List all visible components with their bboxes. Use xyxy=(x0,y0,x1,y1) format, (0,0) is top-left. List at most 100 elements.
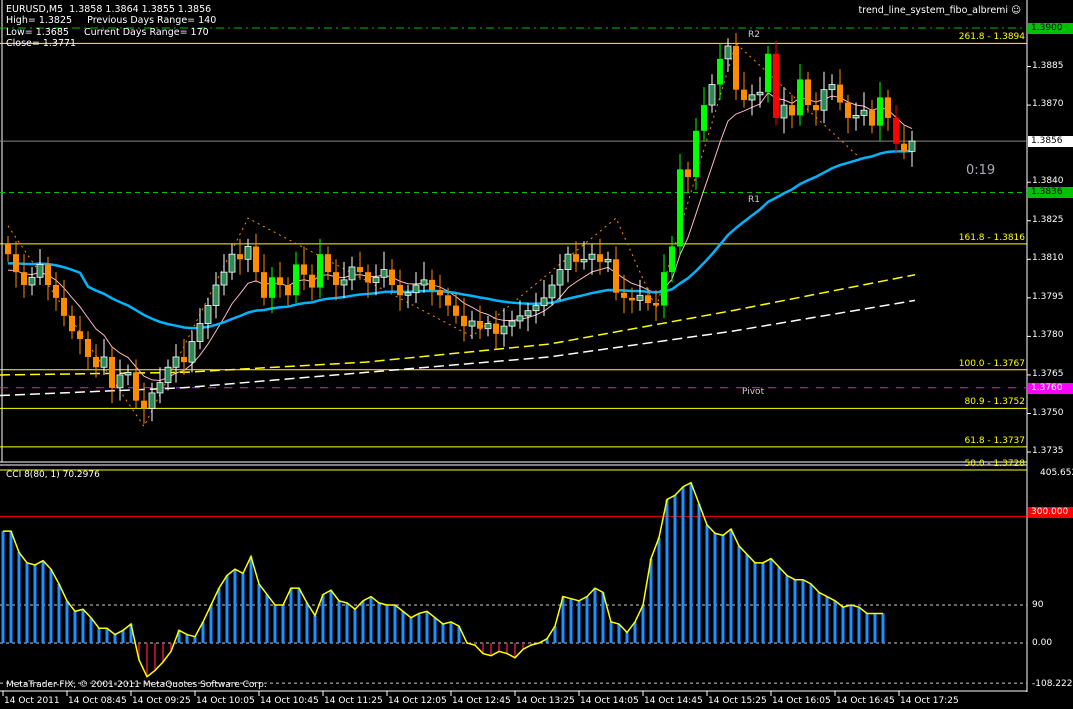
candle-bull xyxy=(564,253,572,270)
candle-bull xyxy=(669,246,675,273)
price-axis-marker-green: 1.3900 xyxy=(1028,23,1073,34)
candle-bull xyxy=(420,279,428,286)
prev-day-low: Low= 1.3685 Current Days Range= 170 xyxy=(6,27,209,38)
candle-bear xyxy=(141,400,147,409)
candle-bull xyxy=(372,276,380,283)
candle-bear xyxy=(309,274,315,288)
copyright: MetaTrader-FIX, © 2001-2011 MetaQuotes S… xyxy=(6,680,267,690)
candle-bear xyxy=(253,246,259,273)
price-axis-label: 1.3870 xyxy=(1032,99,1064,110)
candle-bear xyxy=(493,323,499,334)
candle-bull xyxy=(188,341,196,363)
candle-bull xyxy=(532,305,540,312)
slow-ma-yellow xyxy=(0,273,916,376)
candle-bear xyxy=(77,331,83,339)
price-axis-label: 1.3810 xyxy=(1032,253,1064,264)
candle-bear xyxy=(69,315,75,332)
candle-bear xyxy=(109,356,115,388)
candle-bear xyxy=(45,264,51,285)
price-axis-label: 1.3780 xyxy=(1032,330,1064,341)
time-axis-label: 14 Oct 2011 xyxy=(4,696,60,706)
cci-axis-max: 405.652 xyxy=(1040,468,1073,478)
candle-bull xyxy=(172,356,180,368)
candle-bull xyxy=(196,323,204,342)
candle-bull xyxy=(908,140,916,152)
time-axis-label: 14 Oct 17:25 xyxy=(900,696,959,706)
candle-bull xyxy=(540,297,548,306)
cci-axis-300: 300.000 xyxy=(1028,507,1073,518)
candle-bull xyxy=(116,374,124,389)
time-axis-label: 14 Oct 12:45 xyxy=(452,696,511,706)
candle-bull xyxy=(765,53,771,93)
price-axis-label: 1.3750 xyxy=(1032,407,1064,418)
candle-bear xyxy=(845,102,851,118)
candle-bear xyxy=(789,105,795,116)
candle-bull xyxy=(228,253,236,273)
candle-bull xyxy=(516,315,524,322)
cci-axis-zero: 0.00 xyxy=(1032,638,1053,648)
candle-bear xyxy=(901,143,907,152)
candle-bear xyxy=(397,285,403,296)
candle-bear xyxy=(357,267,363,273)
candle-bear xyxy=(893,117,899,144)
candle-bull xyxy=(124,371,132,376)
time-axis-label: 14 Oct 15:25 xyxy=(708,696,767,706)
candle-bull xyxy=(28,276,36,286)
candle-bull xyxy=(220,271,228,286)
candle-bull xyxy=(508,320,516,327)
candle-bear xyxy=(133,372,139,401)
candle-bear xyxy=(365,272,371,283)
cci-axis-min: -108.222 xyxy=(1032,679,1073,689)
candle-bull xyxy=(164,366,172,384)
candle-bear xyxy=(869,110,875,126)
fib-level-label: 100.0 - 1.3767 xyxy=(958,358,1025,369)
r1-label: R1 xyxy=(748,195,760,205)
candle-bear xyxy=(613,259,619,293)
candle-bull xyxy=(148,392,156,409)
price-axis-label: 1.3825 xyxy=(1032,214,1064,225)
candle-bear xyxy=(733,45,739,90)
candle-bull xyxy=(717,58,723,85)
time-axis-label: 14 Oct 10:05 xyxy=(196,696,255,706)
candle-bear xyxy=(445,295,451,306)
candle-bear xyxy=(773,53,779,118)
candle-bull xyxy=(724,45,732,60)
price-axis-marker-pivot: 1.3760 xyxy=(1028,382,1073,394)
price-axis-label: 1.3795 xyxy=(1032,291,1064,302)
candle-bull xyxy=(820,89,828,111)
candle-bull xyxy=(636,294,644,301)
candle-bear xyxy=(805,79,811,106)
candle-bull xyxy=(156,382,164,394)
candle-bull xyxy=(36,264,44,278)
time-axis-label: 14 Oct 11:25 xyxy=(324,696,383,706)
candle-bear xyxy=(53,285,59,298)
candle-bear xyxy=(61,297,67,316)
candle-bull xyxy=(212,284,220,306)
candle-bear xyxy=(429,279,435,291)
candle-bear xyxy=(741,89,747,100)
candle-bull xyxy=(244,246,252,260)
candle-bull xyxy=(524,310,532,317)
symbol-quote: EURUSD,M5 1.3858 1.3864 1.3855 1.3856 xyxy=(6,4,212,15)
chart-canvas[interactable] xyxy=(0,0,1073,709)
candle-bull xyxy=(484,323,492,330)
price-axis-label: 1.3840 xyxy=(1032,176,1064,187)
candle-bear xyxy=(813,105,819,111)
candle-bull xyxy=(269,277,275,298)
pivot-label: Pivot xyxy=(742,387,765,397)
candle-bear xyxy=(461,315,467,327)
cci-line xyxy=(3,481,883,678)
time-axis-label: 14 Oct 14:05 xyxy=(580,696,639,706)
candle-bull xyxy=(860,109,868,116)
price-axis-label: 1.3735 xyxy=(1032,446,1064,457)
time-axis-label: 14 Oct 13:25 xyxy=(516,696,575,706)
r2-label: R2 xyxy=(748,30,760,40)
candle-bull xyxy=(852,114,860,119)
time-axis-label: 14 Oct 16:05 xyxy=(772,696,831,706)
candle-bull xyxy=(100,356,108,368)
candle-bear xyxy=(621,292,627,298)
time-axis-label: 14 Oct 10:45 xyxy=(260,696,319,706)
candle-bull xyxy=(468,320,476,327)
candle-bear xyxy=(389,269,395,285)
candle-bear xyxy=(477,320,483,329)
